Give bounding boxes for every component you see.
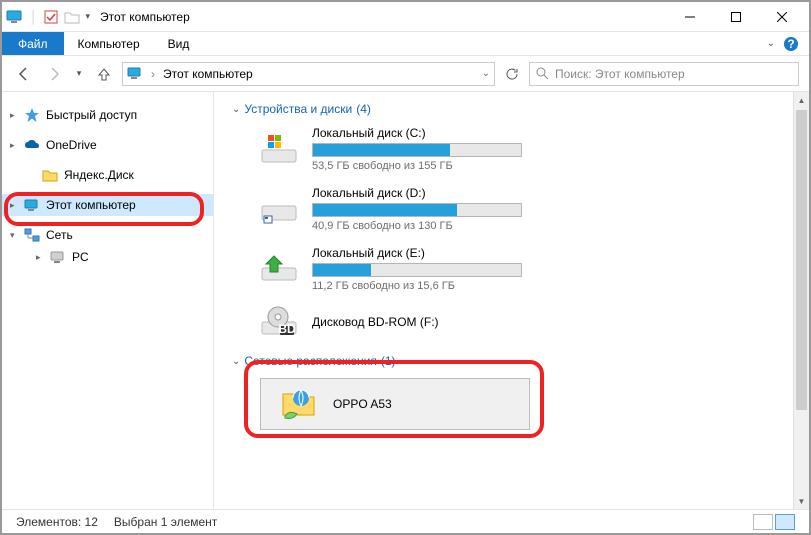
drive-sub: 53,5 ГБ свободно из 155 ГБ xyxy=(312,160,550,172)
search-icon xyxy=(536,67,549,80)
windows-drive-icon xyxy=(260,132,298,166)
onedrive-icon xyxy=(24,137,40,153)
sidebar-item-label: PC xyxy=(72,250,89,264)
status-selected: Выбран 1 элемент xyxy=(114,515,217,529)
net-folder-icon xyxy=(279,384,319,424)
bd-drive-icon: BD xyxy=(260,306,298,340)
maximize-button[interactable] xyxy=(713,3,759,31)
folder-mini-icon[interactable] xyxy=(64,10,80,24)
drive-e[interactable]: Локальный диск (E:) 11,2 ГБ свободно из … xyxy=(260,246,550,292)
scroll-up-icon[interactable]: ▲ xyxy=(794,92,809,108)
ribbon-expand-icon[interactable]: ⌄ xyxy=(767,38,775,49)
chevron-down-icon[interactable]: ⌄ xyxy=(232,104,240,115)
sidebar-item-label: Яндекс.Диск xyxy=(64,168,134,182)
checkbox-icon[interactable] xyxy=(44,10,58,24)
drive-d[interactable]: Локальный диск (D:) 40,9 ГБ свободно из … xyxy=(260,186,550,232)
sidebar-item-label: OneDrive xyxy=(46,138,97,152)
minimize-button[interactable] xyxy=(667,3,713,31)
sidebar-item-onedrive[interactable]: ▸ OneDrive xyxy=(2,134,213,156)
drive-name: Локальный диск (C:) xyxy=(312,126,550,140)
section-devices[interactable]: ⌄ Устройства и диски (4) xyxy=(232,102,809,116)
address-segment[interactable]: Этот компьютер xyxy=(163,67,253,81)
status-count: Элементов: 12 xyxy=(16,515,98,529)
scrollbar-thumb[interactable] xyxy=(796,110,807,410)
drive-bar xyxy=(312,203,522,217)
chevron-right-icon[interactable]: › xyxy=(149,67,157,81)
drive-f[interactable]: BD Дисковод BD-ROM (F:) xyxy=(260,306,550,340)
qat-menu-icon[interactable]: ▾ xyxy=(86,11,91,22)
status-bar: Элементов: 12 Выбран 1 элемент xyxy=(2,509,809,533)
help-icon[interactable]: ? xyxy=(783,36,799,52)
view-details-button[interactable] xyxy=(753,514,773,530)
close-button[interactable] xyxy=(759,3,805,31)
svg-text:BD: BD xyxy=(278,322,296,336)
net-location-oppo[interactable]: OPPO A53 xyxy=(260,378,530,430)
recent-button[interactable]: ▾ xyxy=(72,62,86,86)
drive-bar xyxy=(312,143,522,157)
window-title: Этот компьютер xyxy=(100,10,190,24)
sidebar-item-this-pc[interactable]: ▸ Этот компьютер xyxy=(2,194,213,216)
section-title: Устройства и диски xyxy=(244,102,352,116)
chevron-icon[interactable]: ▸ xyxy=(36,252,41,263)
drive-name: Дисковод BD-ROM (F:) xyxy=(312,315,550,329)
chevron-icon[interactable]: ▸ xyxy=(10,110,15,121)
net-location-name: OPPO A53 xyxy=(333,397,392,411)
sidebar-item-pc-node[interactable]: ▸ PC xyxy=(2,246,213,268)
search-box[interactable]: Поиск: Этот компьютер xyxy=(529,62,799,86)
address-dropdown-icon[interactable]: ⌄ xyxy=(482,68,490,79)
sidebar-item-network[interactable]: ▾ Сеть xyxy=(2,224,213,246)
network-icon xyxy=(24,227,40,243)
yandex-icon xyxy=(42,167,58,183)
sidebar-item-yandex[interactable]: Яндекс.Диск xyxy=(2,164,213,186)
body: ▸ Быстрый доступ ▸ OneDrive Яндекс.Диск … xyxy=(2,92,809,509)
navbar: ▾ › Этот компьютер ⌄ Поиск: Этот компьют… xyxy=(2,56,809,92)
ribbon: Файл Компьютер Вид ⌄ ? xyxy=(2,32,809,56)
back-button[interactable] xyxy=(12,62,36,86)
section-count: (1) xyxy=(381,354,396,368)
section-netloc[interactable]: ⌄ Сетевые расположения (1) xyxy=(232,354,809,368)
chevron-icon[interactable]: ▸ xyxy=(10,200,15,211)
qat-sep-icon: │ xyxy=(30,10,38,24)
refresh-button[interactable] xyxy=(501,63,523,85)
forward-button[interactable] xyxy=(42,62,66,86)
content-pane: ⌄ Устройства и диски (4) Локальный диск … xyxy=(214,92,809,509)
drive-bar xyxy=(312,263,522,277)
pc-node-icon xyxy=(50,249,66,265)
section-title: Сетевые расположения xyxy=(244,354,376,368)
external-drive-icon xyxy=(260,252,298,286)
tab-view[interactable]: Вид xyxy=(154,32,204,55)
drives-list: Локальный диск (C:) 53,5 ГБ свободно из … xyxy=(232,126,809,340)
address-pc-icon xyxy=(127,67,143,80)
view-tiles-button[interactable] xyxy=(775,514,795,530)
up-button[interactable] xyxy=(92,62,116,86)
file-tab[interactable]: Файл xyxy=(2,32,64,55)
star-icon xyxy=(24,107,40,123)
drive-sub: 40,9 ГБ свободно из 130 ГБ xyxy=(312,220,550,232)
sidebar-item-label: Быстрый доступ xyxy=(46,108,137,122)
sidebar-item-label: Этот компьютер xyxy=(46,198,136,212)
chevron-icon[interactable]: ▸ xyxy=(10,140,15,151)
quick-access-toolbar: │ ▾ xyxy=(6,10,90,24)
sidebar-item-label: Сеть xyxy=(46,228,73,242)
drive-name: Локальный диск (D:) xyxy=(312,186,550,200)
section-count: (4) xyxy=(356,102,371,116)
drive-name: Локальный диск (E:) xyxy=(312,246,550,260)
explorer-window: │ ▾ Этот компьютер Файл Компьютер Вид ⌄ … xyxy=(0,0,811,535)
tab-computer[interactable]: Компьютер xyxy=(64,32,154,55)
nav-pane: ▸ Быстрый доступ ▸ OneDrive Яндекс.Диск … xyxy=(2,92,214,509)
scroll-down-icon[interactable]: ▼ xyxy=(794,493,809,509)
chevron-down-icon[interactable]: ▾ xyxy=(10,230,15,241)
chevron-down-icon[interactable]: ⌄ xyxy=(232,356,240,367)
search-placeholder: Поиск: Этот компьютер xyxy=(555,67,685,81)
svg-text:?: ? xyxy=(787,37,794,51)
pc-icon xyxy=(24,197,40,213)
sidebar-item-quick-access[interactable]: ▸ Быстрый доступ xyxy=(2,104,213,126)
drive-c[interactable]: Локальный диск (C:) 53,5 ГБ свободно из … xyxy=(260,126,550,172)
vertical-scrollbar[interactable]: ▲ ▼ xyxy=(793,92,809,509)
pc-mini-icon xyxy=(6,10,24,24)
drive-sub: 11,2 ГБ свободно из 15,6 ГБ xyxy=(312,280,550,292)
hdd-icon xyxy=(260,192,298,226)
titlebar: │ ▾ Этот компьютер xyxy=(2,2,809,32)
address-bar[interactable]: › Этот компьютер ⌄ xyxy=(122,62,495,86)
